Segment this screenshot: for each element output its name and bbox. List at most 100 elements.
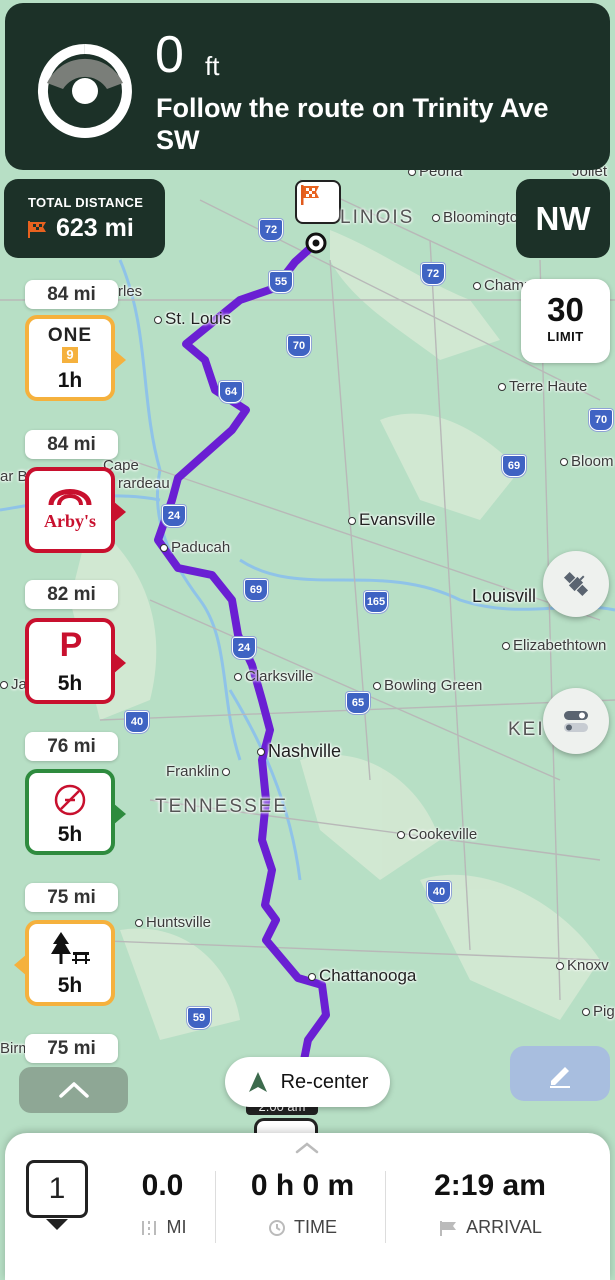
poi-distance: 75 mi xyxy=(25,883,118,912)
map-label-paducah: Paducah xyxy=(160,539,230,556)
poi-time: 5h xyxy=(57,974,83,997)
maneuver-instruction: Follow the route on Trinity Ave SW xyxy=(156,93,549,155)
remaining-time-label: TIME xyxy=(294,1217,337,1237)
map-label-nashville: Nashville xyxy=(257,741,341,762)
total-distance-value-row: 623 mi xyxy=(26,214,134,243)
map-label-kentucky: KEI xyxy=(508,719,545,740)
map-label-charleston: rles xyxy=(118,283,143,300)
maneuver-distance: 0 xyxy=(155,26,184,84)
interstate-shield: 72 xyxy=(259,219,283,241)
parking-icon: P xyxy=(59,626,83,664)
remaining-time-label-row: TIME xyxy=(235,1217,370,1238)
map-label-terre-haute: Terre Haute xyxy=(498,378,587,395)
poi-card-parking[interactable]: P 5h xyxy=(25,618,126,704)
continue-straight-icon xyxy=(37,44,132,138)
trip-summary-panel[interactable]: 1 0.0 MI 0 h 0 m TIME 2:19 am ARRIVAL xyxy=(5,1133,610,1280)
map-label-knoxville: Knoxv xyxy=(556,957,609,974)
chevron-up-icon[interactable] xyxy=(293,1141,321,1155)
map-label-tennessee: TENNESSEE xyxy=(155,796,289,817)
compass-heading[interactable]: NW xyxy=(516,179,610,258)
destination-flag-icon xyxy=(295,180,341,224)
poi-card-travel-stop[interactable]: 5h xyxy=(25,769,126,855)
poi-distance: 84 mi xyxy=(25,430,118,459)
map-label-huntsville: Huntsville xyxy=(135,914,211,931)
recenter-button[interactable]: Re-center xyxy=(225,1057,390,1107)
interstate-shield: 40 xyxy=(125,711,149,733)
travel-stop-logo-icon xyxy=(54,784,86,816)
map-label-cookeville: Cookeville xyxy=(397,826,477,843)
poi-side-indicator xyxy=(14,954,27,976)
edit-route-button[interactable] xyxy=(510,1046,610,1101)
clock-icon xyxy=(269,1219,285,1236)
interstate-shield: 70 xyxy=(589,409,613,431)
navigation-arrow-icon xyxy=(248,1072,267,1092)
poi-side-indicator xyxy=(113,652,126,674)
poi-distance: 82 mi xyxy=(25,580,118,609)
arrival-label: ARRIVAL xyxy=(466,1217,542,1237)
speed-limit-value: 30 xyxy=(547,291,584,328)
poi-side-indicator xyxy=(113,803,126,825)
remaining-time-stat: 0 h 0 m TIME xyxy=(235,1169,370,1238)
remaining-time-value: 0 h 0 m xyxy=(250,1169,355,1202)
satellite-view-button[interactable] xyxy=(543,551,609,617)
poi-distance: 84 mi xyxy=(25,280,118,309)
map-label-illinois: LINOIS xyxy=(340,207,415,228)
poi-card-one9[interactable]: ONE 9 1h xyxy=(25,315,126,401)
maneuver-distance-unit: ft xyxy=(205,51,220,81)
map-label-franklin: Franklin xyxy=(166,763,233,780)
map-label-chattanooga: Chattanooga xyxy=(308,966,416,986)
route-step-number[interactable]: 1 xyxy=(26,1160,88,1218)
map-label-girardeau: rardeau xyxy=(118,475,170,492)
map-label-bloomington: Bloomingto xyxy=(432,209,518,226)
poi-distance: 76 mi xyxy=(25,732,118,761)
interstate-shield: 69 xyxy=(244,579,268,601)
interstate-shield: 72 xyxy=(421,263,445,285)
recenter-label: Re-center xyxy=(280,1070,369,1093)
interstate-shield: 24 xyxy=(162,505,186,527)
poi-side-indicator xyxy=(113,349,126,371)
interstate-shield: 64 xyxy=(219,381,243,403)
arbys-logo-icon: Arby's xyxy=(44,489,96,531)
chevron-up-icon xyxy=(58,1082,89,1098)
map-label-bloomington-in: Bloom xyxy=(560,453,614,470)
poi-time: 5h xyxy=(57,823,83,846)
route-icon xyxy=(141,1220,156,1235)
interstate-shield: 165 xyxy=(364,591,388,613)
map-label-bowling-green: Bowling Green xyxy=(373,677,482,694)
speed-limit-label: LIMIT xyxy=(547,329,584,344)
map-label-jackson: Ja xyxy=(0,676,27,693)
pencil-icon xyxy=(550,1066,570,1088)
expand-poi-list-button[interactable] xyxy=(19,1067,128,1113)
map-label-clarksville: Clarksville xyxy=(234,668,313,685)
interstate-shield: 40 xyxy=(427,881,451,903)
remaining-miles-stat: 0.0 MI xyxy=(115,1169,210,1238)
toggle-icon xyxy=(564,711,588,732)
poi-card-arbys[interactable]: Arby's xyxy=(25,467,126,553)
arrival-stat: 2:19 am ARRIVAL xyxy=(410,1169,570,1238)
poi-side-indicator xyxy=(113,501,126,523)
remaining-miles-label: MI xyxy=(166,1217,187,1237)
navigation-banner: 0 ft Follow the route on Trinity Ave SW xyxy=(5,3,610,170)
poi-distance: 75 mi xyxy=(25,1034,118,1063)
poi-time: 1h xyxy=(57,369,83,392)
interstate-shield: 24 xyxy=(232,637,256,659)
total-distance-box: TOTAL DISTANCE 623 mi xyxy=(4,179,165,258)
interstate-shield: 70 xyxy=(287,335,311,357)
interstate-shield: 55 xyxy=(269,271,293,293)
poi-card-rest-area[interactable]: 5h xyxy=(14,920,115,1006)
one9-logo-icon: 9 xyxy=(62,347,78,363)
map-label-st-louis: St. Louis xyxy=(154,309,231,329)
divider xyxy=(385,1171,386,1243)
interstate-shield: 65 xyxy=(346,692,370,714)
one9-logo-text: ONE xyxy=(47,325,93,346)
satellite-icon xyxy=(563,571,589,597)
arrival-time-value: 2:19 am xyxy=(434,1169,546,1202)
remaining-miles-value: 0.0 xyxy=(141,1169,184,1202)
rest-area-icon xyxy=(51,932,90,964)
arrival-label-row: ARRIVAL xyxy=(410,1217,570,1238)
speed-limit-sign: 30 LIMIT xyxy=(521,279,610,363)
remaining-miles-label-row: MI xyxy=(115,1217,210,1238)
map-settings-toggle-button[interactable] xyxy=(543,688,609,754)
map-label-elizabethtown: Elizabethtown xyxy=(502,637,606,654)
checkered-flag-icon xyxy=(28,220,46,238)
